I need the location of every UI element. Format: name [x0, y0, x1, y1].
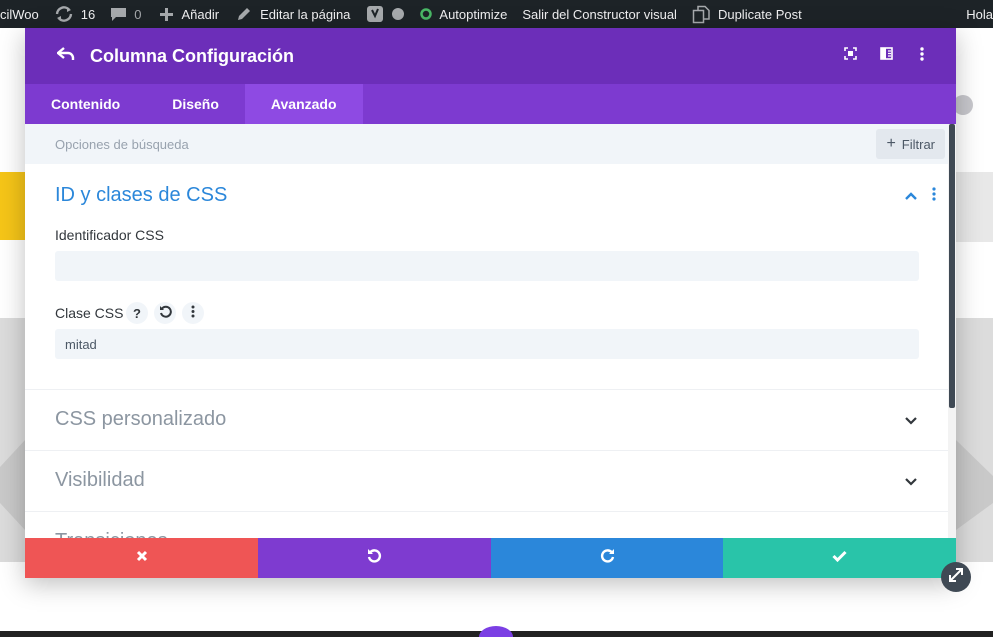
fullscreen-icon — [843, 47, 857, 65]
visibility-section: Visibilidad — [25, 451, 948, 512]
reset-button[interactable] — [154, 302, 176, 324]
background-purple-dot — [479, 626, 513, 637]
help-button[interactable]: ? — [126, 302, 148, 324]
chevron-down-icon — [901, 478, 921, 495]
modal-header-actions — [832, 28, 940, 84]
css-id-classes-section: ID y clases de CSS Identificador CSS Cla… — [25, 164, 948, 390]
css-class-input[interactable] — [55, 329, 919, 359]
reset-icon — [159, 305, 172, 321]
chevron-down-icon — [901, 417, 921, 434]
css-class-label: Clase CSS — [55, 305, 124, 321]
help-icon: ? — [133, 305, 141, 321]
section-options-button[interactable] — [925, 186, 943, 206]
my-account-link[interactable]: Hola — [966, 0, 993, 28]
sidebar-layout-icon — [879, 47, 893, 65]
comments-link[interactable]: 0 — [110, 0, 141, 28]
section-title[interactable]: CSS personalizado — [55, 408, 226, 431]
transitions-section: Transiciones — [25, 512, 948, 538]
undo-icon — [367, 548, 382, 568]
modal-header: Columna Configuración — [25, 28, 956, 84]
custom-css-section: CSS personalizado — [25, 390, 948, 451]
section-title[interactable]: ID y clases de CSS — [55, 184, 227, 207]
background-yellow-block — [0, 172, 25, 240]
new-content-link[interactable]: Añadir — [159, 0, 219, 28]
redo-icon — [600, 548, 615, 568]
modal-footer — [25, 538, 956, 578]
discard-button[interactable] — [25, 538, 258, 578]
css-id-input[interactable] — [55, 251, 919, 281]
updates-link[interactable]: 16 — [54, 0, 95, 28]
yoast-icon — [366, 5, 384, 23]
undo-button[interactable] — [258, 538, 491, 578]
more-vertical-icon — [920, 46, 924, 66]
modal-options-button[interactable] — [904, 38, 940, 74]
modal-title: Columna Configuración — [90, 45, 294, 66]
section-title[interactable]: Visibilidad — [55, 469, 145, 492]
checkmark-icon — [832, 549, 847, 567]
scrollbar-thumb[interactable] — [949, 124, 955, 408]
chevron-up-icon — [901, 192, 921, 210]
refresh-icon — [54, 6, 74, 22]
settings-tabs: Contenido Diseño Avanzado — [25, 84, 956, 124]
more-vertical-icon — [932, 186, 936, 206]
wp-admin-bar: cilWoo 16 0 Añadir Editar la página Auto… — [0, 0, 993, 28]
field-tools: ? — [126, 302, 204, 324]
globe-icon — [953, 95, 973, 115]
search-options-input[interactable] — [55, 136, 655, 152]
css-id-label: Identificador CSS — [55, 227, 164, 243]
back-button[interactable] — [46, 36, 86, 76]
settings-content: ID y clases de CSS Identificador CSS Cla… — [25, 164, 948, 538]
resize-modal-handle[interactable] — [941, 562, 971, 592]
back-arrow-icon — [56, 46, 75, 67]
column-settings-modal: Columna Configuración Contenido Diseño A… — [25, 28, 956, 578]
collapse-toggle[interactable] — [901, 186, 921, 206]
plus-icon: + — [886, 135, 896, 152]
tab-advanced[interactable]: Avanzado — [244, 84, 363, 124]
snap-sidebar-button[interactable] — [868, 38, 904, 74]
tab-design[interactable]: Diseño — [146, 84, 245, 124]
site-name-link[interactable]: cilWoo — [0, 0, 39, 28]
seo-status-dot-icon — [392, 8, 405, 20]
edit-page-link[interactable]: Editar la página — [236, 0, 350, 28]
options-search-bar: + Filtrar — [25, 124, 956, 164]
expand-toggle[interactable] — [901, 410, 921, 430]
yoast-link[interactable] — [366, 0, 405, 28]
duplicate-post-link[interactable]: Duplicate Post — [692, 0, 802, 28]
pencil-icon — [236, 6, 252, 22]
save-button[interactable] — [723, 538, 956, 578]
tab-content[interactable]: Contenido — [25, 84, 146, 124]
more-vertical-icon — [191, 305, 195, 321]
duplicate-icon — [692, 5, 711, 24]
background-gray-block — [956, 172, 993, 242]
autoptimize-link[interactable]: Autoptimize — [420, 0, 507, 28]
filter-button[interactable]: + Filtrar — [876, 129, 945, 159]
expand-button[interactable] — [832, 38, 868, 74]
field-options-button[interactable] — [182, 302, 204, 324]
expand-toggle[interactable] — [901, 471, 921, 491]
plus-icon — [159, 7, 174, 22]
resize-icon — [948, 567, 964, 588]
section-title[interactable]: Transiciones — [55, 530, 168, 538]
exit-visual-builder-link[interactable]: Salir del Constructor visual — [522, 0, 677, 28]
close-icon — [136, 549, 148, 567]
comment-icon — [110, 6, 127, 22]
autoptimize-status-icon — [420, 8, 433, 20]
redo-button[interactable] — [491, 538, 723, 578]
